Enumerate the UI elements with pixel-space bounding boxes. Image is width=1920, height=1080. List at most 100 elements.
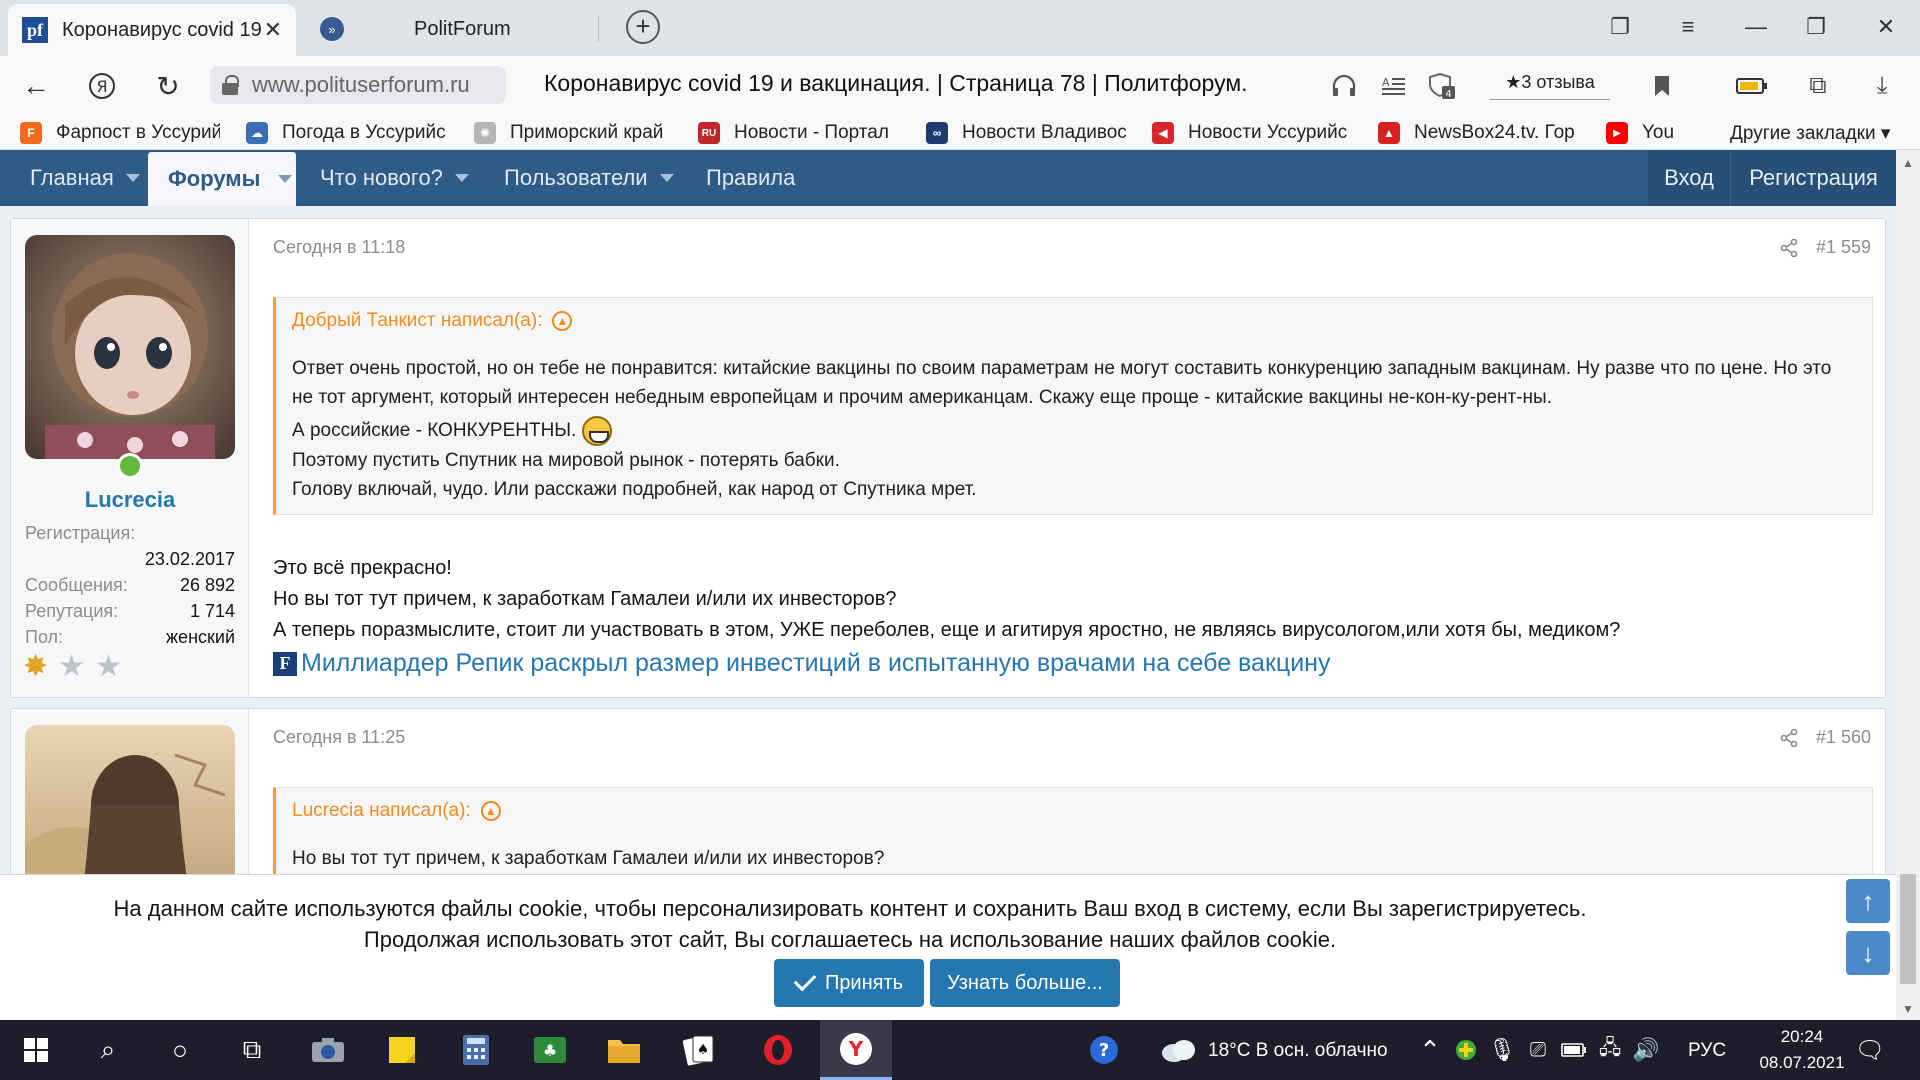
nav-rules[interactable]: Правила <box>706 150 795 206</box>
calculator-icon[interactable] <box>444 1020 508 1080</box>
bookmark-icon[interactable] <box>1646 70 1678 102</box>
username[interactable]: Lucrecia <box>11 487 249 513</box>
camera-tray-icon[interactable]: ⎚ <box>1520 1020 1556 1080</box>
chevron-down-icon[interactable] <box>125 174 140 182</box>
avatar[interactable] <box>25 235 235 459</box>
scroll-thumb[interactable] <box>1900 874 1916 984</box>
security-tray-icon[interactable] <box>1448 1020 1484 1080</box>
reload-icon[interactable]: ↻ <box>150 70 186 102</box>
file-explorer-icon[interactable] <box>592 1020 656 1080</box>
maximize-button[interactable]: ❐ <box>1786 10 1846 44</box>
page-scrollbar[interactable]: ▲ ▼ <box>1896 150 1920 1020</box>
nav-home[interactable]: Главная <box>30 150 140 206</box>
address-bar: ← Я ↻ www.polituserforum.ru Коронавирус … <box>0 56 1920 116</box>
scroll-up-button[interactable]: ↑ <box>1846 879 1890 923</box>
bookmark-item[interactable]: ∞ Новости Владивос <box>926 120 1130 146</box>
chevron-up-icon[interactable]: ⌃ <box>1412 1020 1448 1080</box>
back-arrow-icon[interactable]: ← <box>18 70 54 102</box>
opera-browser-icon[interactable] <box>746 1020 810 1080</box>
avatar[interactable] <box>25 725 235 874</box>
arrow-up-circle-icon[interactable]: ▲ <box>480 801 501 821</box>
close-window-button[interactable]: ✕ <box>1856 10 1916 44</box>
minimize-button[interactable]: — <box>1726 10 1786 44</box>
quote-header[interactable]: Добрый Танкист написал(а): ▲ <box>276 298 1872 332</box>
chevron-down-icon[interactable] <box>278 175 293 183</box>
cards-game-icon[interactable]: ♠ <box>666 1020 730 1080</box>
protect-shield-icon[interactable]: 4 <box>1426 70 1458 102</box>
cloudy-weather-icon[interactable] <box>1146 1020 1210 1080</box>
search-icon[interactable]: ⌕ <box>76 1020 140 1080</box>
collections-icon[interactable]: ❐ <box>1590 10 1650 44</box>
bookmark-label: NewsBox24.tv. Гор <box>1414 122 1575 143</box>
close-icon[interactable]: ✕ <box>264 17 282 43</box>
camera-app-icon[interactable] <box>296 1020 360 1080</box>
svg-text:4: 4 <box>1445 89 1451 100</box>
article-link[interactable]: F Миллиардер Репик раскрыл размер инвест… <box>273 648 1620 679</box>
post-number[interactable]: #1 559 <box>1816 237 1871 258</box>
share-icon[interactable] <box>1780 728 1798 747</box>
chevron-down-icon[interactable] <box>659 174 674 182</box>
language-indicator[interactable]: РУС <box>1688 1040 1726 1062</box>
download-icon[interactable]: ⤓ <box>1866 70 1898 102</box>
new-tab-button[interactable]: + <box>626 10 660 44</box>
windows-start-icon[interactable] <box>4 1020 68 1080</box>
post-user-info: Lucrecia Регистрация: 23.02.2017 Сообщен… <box>11 219 249 697</box>
bookmark-item[interactable]: ✺ Приморский край <box>474 120 674 146</box>
accept-cookies-button[interactable]: Принять <box>774 959 924 1007</box>
login-button[interactable]: Вход <box>1648 150 1730 206</box>
silver-star-icon: ★ <box>95 650 122 683</box>
user-stat-messages: Сообщения: 26 892 <box>25 575 235 596</box>
bookmark-item[interactable]: F Фарпост в Уссурий <box>20 120 220 146</box>
solitaire-icon[interactable]: ♣ <box>518 1020 582 1080</box>
clock[interactable]: 20:24 08.07.2021 <box>1752 1024 1852 1076</box>
nav-users[interactable]: Пользователи <box>504 150 674 206</box>
learn-more-button[interactable]: Узнать больше... <box>930 959 1120 1007</box>
network-icon[interactable]: 🖧 <box>1592 1020 1628 1080</box>
stat-value: 23.02.2017 <box>144 549 235 569</box>
headphones-icon[interactable] <box>1328 70 1360 102</box>
reader-mode-icon[interactable]: A <box>1378 70 1410 102</box>
quote-author: Добрый Танкист написал(а): <box>292 310 543 331</box>
scroll-up-arrow-icon[interactable]: ▲ <box>1902 156 1914 170</box>
bookmark-item[interactable]: ☁ Погода в Уссурийс <box>246 120 446 146</box>
nav-whats-new[interactable]: Что нового? <box>320 150 469 206</box>
tab-active[interactable]: pf Коронавирус covid 19 и ✕ <box>8 4 296 56</box>
scroll-down-arrow-icon[interactable]: ▼ <box>1902 1002 1914 1016</box>
microphone-icon[interactable]: 🎙 <box>1484 1020 1520 1080</box>
weather-icon: ☁ <box>246 122 268 144</box>
post-number[interactable]: #1 560 <box>1816 727 1871 748</box>
register-button[interactable]: Регистрация <box>1730 150 1896 206</box>
post-date[interactable]: Сегодня в 11:18 <box>273 237 405 258</box>
menu-icon[interactable]: ≡ <box>1658 10 1718 44</box>
help-icon[interactable]: ? <box>1072 1020 1136 1080</box>
post-date[interactable]: Сегодня в 11:25 <box>273 727 405 748</box>
bookmark-item[interactable]: ◀ Новости Уссурийс <box>1152 120 1356 146</box>
bookmark-item[interactable]: ▶ You <box>1606 120 1686 146</box>
cortana-icon[interactable]: ○ <box>148 1020 212 1080</box>
reviews-badge[interactable]: ★3 отзыва <box>1490 66 1610 100</box>
battery-icon[interactable] <box>1556 1020 1592 1080</box>
notifications-icon[interactable]: 🗨 <box>1840 1020 1900 1080</box>
yandex-icon[interactable]: Я <box>84 70 120 102</box>
stat-label: Пол: <box>25 627 64 647</box>
scroll-down-button[interactable]: ↓ <box>1846 931 1890 975</box>
weather-text[interactable]: 18°C В осн. облачно <box>1208 1040 1388 1062</box>
sticky-notes-icon[interactable] <box>370 1020 434 1080</box>
nav-forums[interactable]: Форумы <box>148 152 296 206</box>
post-message: Это всё прекрасно! Но вы тот тут причем,… <box>273 553 1620 679</box>
chevron-down-icon[interactable] <box>454 174 469 182</box>
url-field[interactable]: www.polituserforum.ru <box>210 66 506 104</box>
battery-saver-icon[interactable] <box>1736 70 1768 102</box>
share-icon[interactable] <box>1780 238 1798 257</box>
message-line: Это всё прекрасно! <box>273 557 452 579</box>
arrow-up-circle-icon[interactable]: ▲ <box>552 311 573 331</box>
bookmark-item[interactable]: RU Новости - Портал <box>698 120 898 146</box>
yandex-browser-taskbar-icon[interactable]: Y <box>820 1020 892 1080</box>
bookmark-item[interactable]: ▲ NewsBox24.tv. Гор <box>1378 120 1582 146</box>
task-view-icon[interactable]: ⧉ <box>220 1020 284 1080</box>
quote-header[interactable]: Lucrecia написал(а): ▲ <box>276 788 1872 822</box>
tab-politforum[interactable]: » PolitForum <box>306 4 596 54</box>
extensions-icon[interactable]: ⧉ <box>1802 70 1834 102</box>
volume-icon[interactable]: 🔊 <box>1628 1020 1664 1080</box>
other-bookmarks[interactable]: Другие закладки ▾ <box>1730 120 1910 146</box>
